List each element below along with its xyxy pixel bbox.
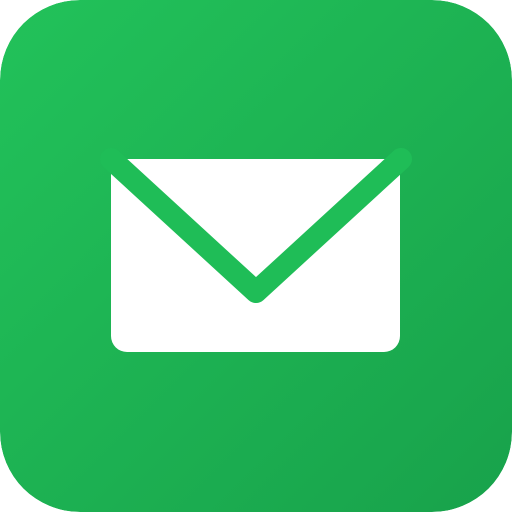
mail-app-icon[interactable] <box>0 0 512 512</box>
mail-icon <box>0 0 512 512</box>
